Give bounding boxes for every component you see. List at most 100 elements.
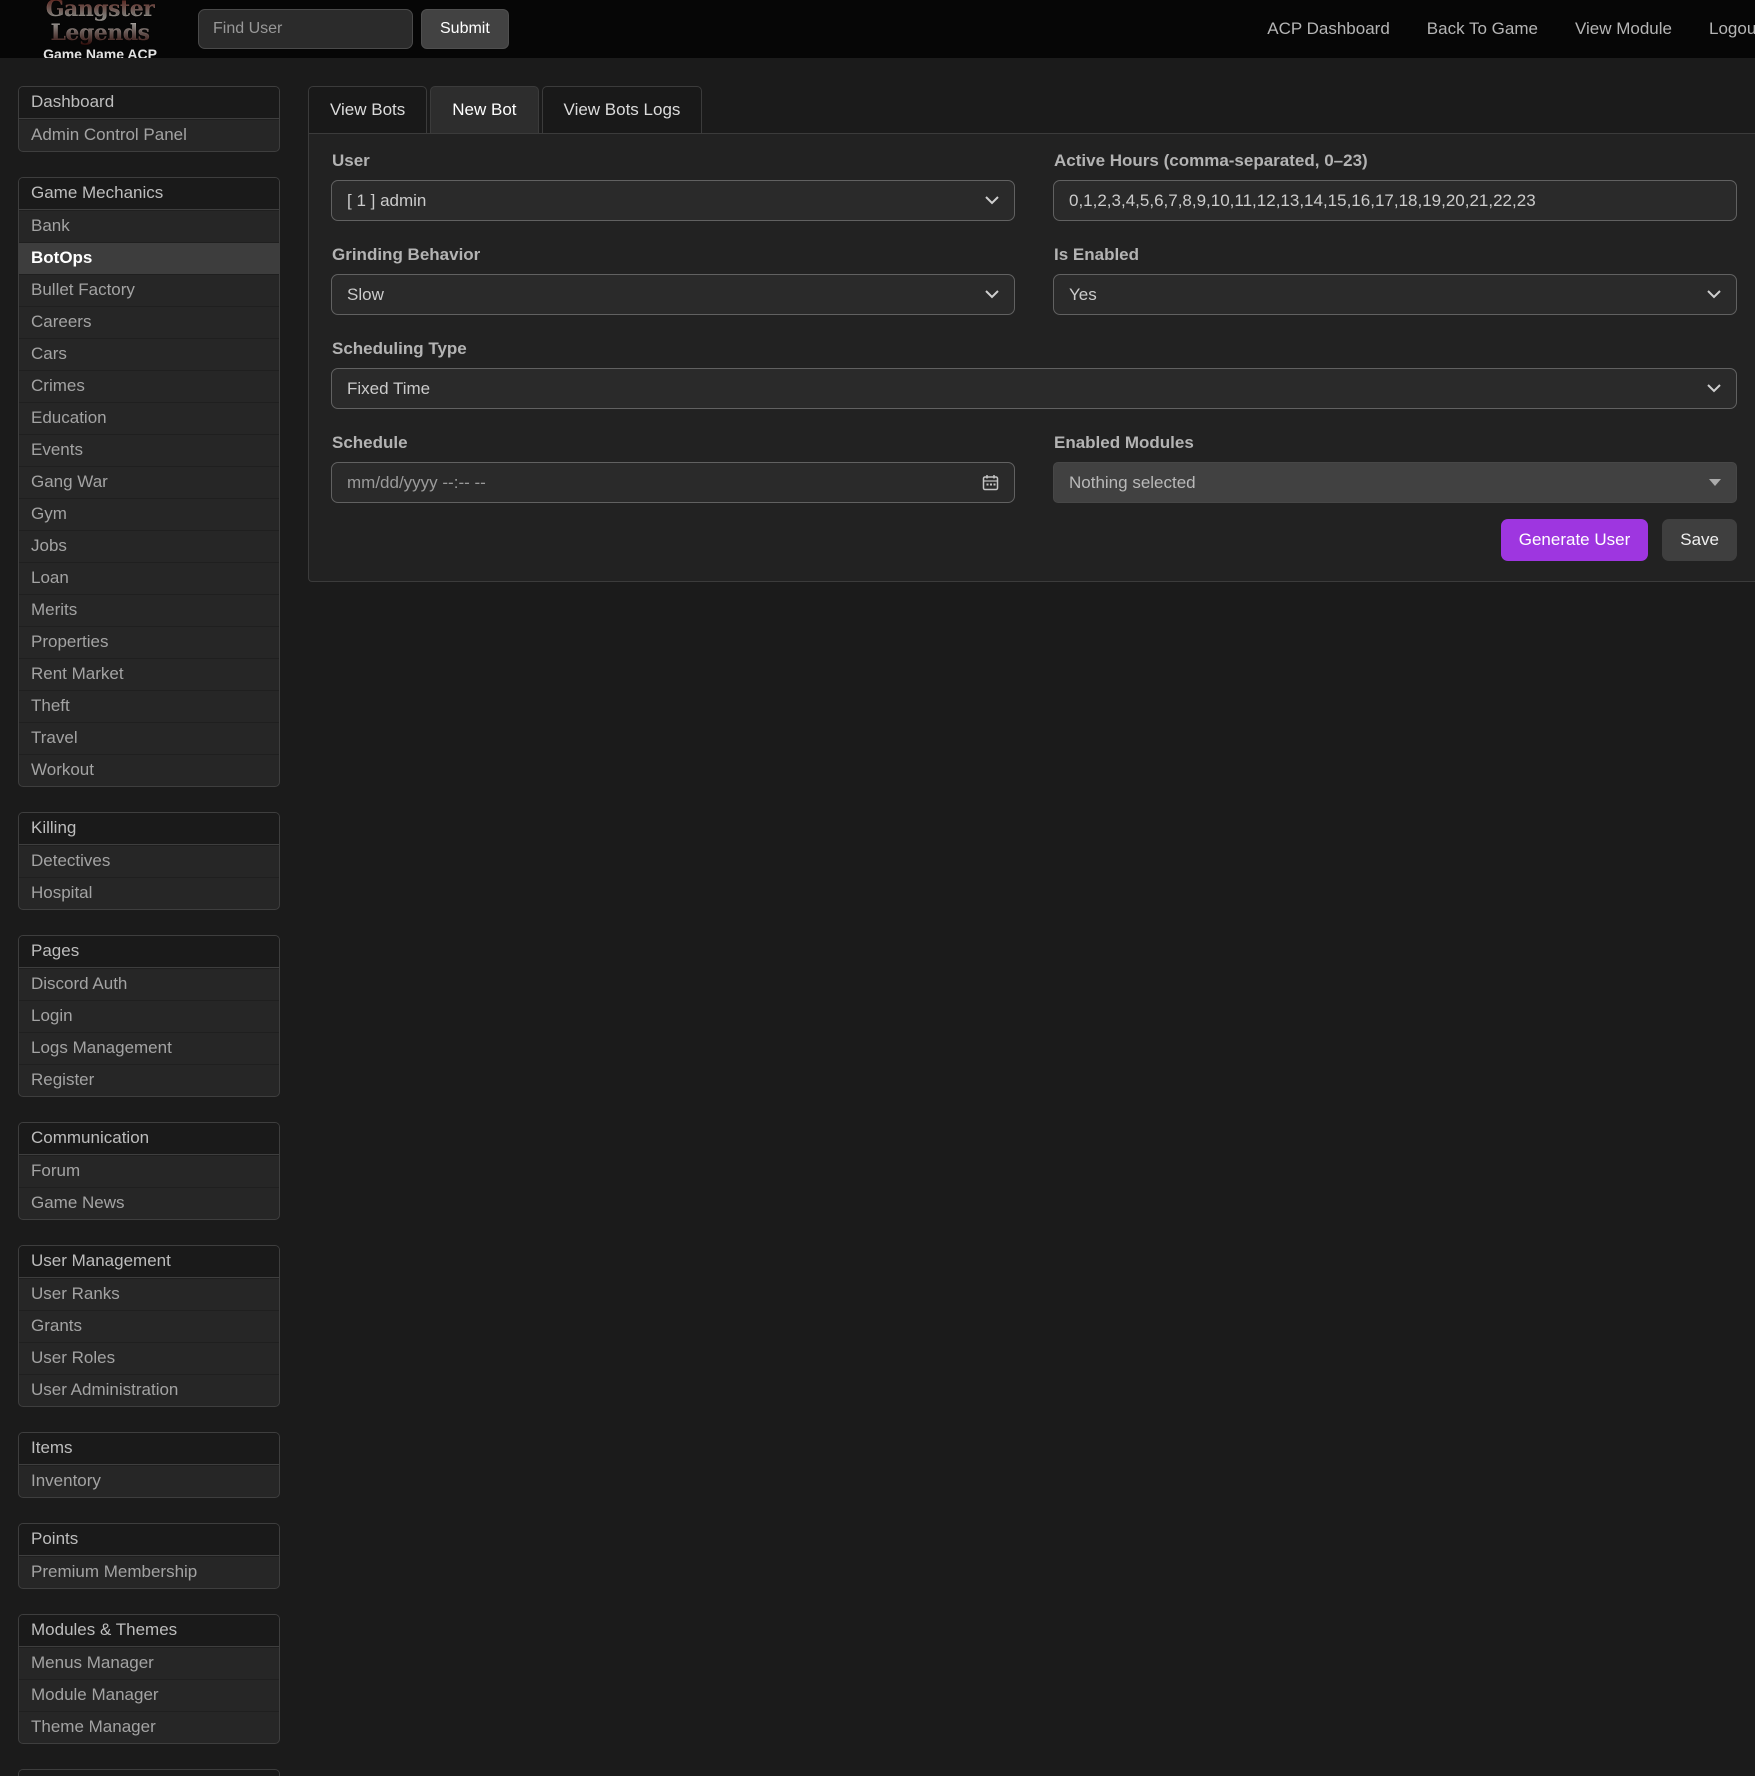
sidebar-item-bullet-factory[interactable]: Bullet Factory bbox=[19, 274, 279, 306]
submit-button[interactable]: Submit bbox=[421, 9, 509, 49]
sidebar-item-grants[interactable]: Grants bbox=[19, 1310, 279, 1342]
schedule-datetime-input[interactable]: mm/dd/yyyy --:-- -- bbox=[331, 462, 1015, 503]
sidebar-item-careers[interactable]: Careers bbox=[19, 306, 279, 338]
sidebar-item-detectives[interactable]: Detectives bbox=[19, 845, 279, 877]
sidebar-item-menus-manager[interactable]: Menus Manager bbox=[19, 1647, 279, 1679]
chevron-down-icon bbox=[1707, 290, 1721, 299]
sidebar-section-header-communication: Communication bbox=[19, 1123, 279, 1155]
sidebar-item-gang-war[interactable]: Gang War bbox=[19, 466, 279, 498]
is-enabled-label: Is Enabled bbox=[1054, 245, 1737, 265]
main-content: View BotsNew BotView Bots Logs User [ 1 … bbox=[308, 86, 1755, 582]
sidebar-section-header-user-management: User Management bbox=[19, 1246, 279, 1278]
user-field: User [ 1 ] admin bbox=[331, 151, 1015, 221]
find-user-input[interactable] bbox=[198, 9, 413, 49]
logo-subtitle: Game Name ACP bbox=[16, 46, 184, 59]
calendar-icon[interactable] bbox=[982, 474, 999, 491]
user-select[interactable]: [ 1 ] admin bbox=[331, 180, 1015, 221]
user-label: User bbox=[332, 151, 1015, 171]
tab-view-bots-logs[interactable]: View Bots Logs bbox=[542, 86, 703, 134]
sidebar-item-module-manager[interactable]: Module Manager bbox=[19, 1679, 279, 1711]
sidebar-section-pages: PagesDiscord AuthLoginLogs ManagementReg… bbox=[18, 935, 280, 1097]
scheduling-type-select[interactable]: Fixed Time bbox=[331, 368, 1737, 409]
sidebar-item-register[interactable]: Register bbox=[19, 1064, 279, 1096]
scheduling-type-label: Scheduling Type bbox=[332, 339, 1737, 359]
sidebar-item-jobs[interactable]: Jobs bbox=[19, 530, 279, 562]
sidebar-item-theft[interactable]: Theft bbox=[19, 690, 279, 722]
is-enabled-select[interactable]: Yes bbox=[1053, 274, 1737, 315]
nav-link-view-module[interactable]: View Module bbox=[1575, 19, 1672, 39]
generate-user-button[interactable]: Generate User bbox=[1501, 519, 1649, 561]
sidebar-item-game-news[interactable]: Game News bbox=[19, 1187, 279, 1219]
chevron-down-icon bbox=[985, 290, 999, 299]
chevron-down-icon bbox=[985, 196, 999, 205]
sidebar-item-premium-membership[interactable]: Premium Membership bbox=[19, 1556, 279, 1588]
sidebar-item-education[interactable]: Education bbox=[19, 402, 279, 434]
new-bot-form: User [ 1 ] admin Active Hours (comma-sep… bbox=[331, 151, 1737, 561]
sidebar-item-discord-auth[interactable]: Discord Auth bbox=[19, 968, 279, 1000]
sidebar-section-killing: KillingDetectivesHospital bbox=[18, 812, 280, 910]
sidebar-item-forum[interactable]: Forum bbox=[19, 1155, 279, 1187]
sidebar-item-inventory[interactable]: Inventory bbox=[19, 1465, 279, 1497]
sidebar-item-gym[interactable]: Gym bbox=[19, 498, 279, 530]
sidebar-item-travel[interactable]: Travel bbox=[19, 722, 279, 754]
schedule-field: Schedule mm/dd/yyyy --:-- -- bbox=[331, 433, 1015, 503]
sidebar-item-rent-market[interactable]: Rent Market bbox=[19, 658, 279, 690]
is-enabled-value: Yes bbox=[1069, 285, 1097, 305]
sidebar-section-items: ItemsInventory bbox=[18, 1432, 280, 1498]
sidebar-item-workout[interactable]: Workout bbox=[19, 754, 279, 786]
user-select-value: [ 1 ] admin bbox=[347, 191, 426, 211]
sidebar-section-header-points: Points bbox=[19, 1524, 279, 1556]
sidebar: DashboardAdmin Control Panel Game Mechani… bbox=[18, 86, 280, 1776]
app-logo: Gangster Legends Game Name ACP bbox=[16, 0, 184, 58]
enabled-modules-field: Enabled Modules Nothing selected bbox=[1053, 433, 1737, 503]
sidebar-item-user-administration[interactable]: User Administration bbox=[19, 1374, 279, 1406]
bot-tabs: View BotsNew BotView Bots Logs bbox=[308, 86, 1755, 134]
enabled-modules-label: Enabled Modules bbox=[1054, 433, 1737, 453]
sidebar-item-user-roles[interactable]: User Roles bbox=[19, 1342, 279, 1374]
nav-link-acp-dashboard[interactable]: ACP Dashboard bbox=[1267, 19, 1390, 39]
sidebar-item-crimes[interactable]: Crimes bbox=[19, 370, 279, 402]
tab-view-bots[interactable]: View Bots bbox=[308, 86, 427, 134]
sidebar-item-logs-management[interactable]: Logs Management bbox=[19, 1032, 279, 1064]
sidebar-section-header-pages: Pages bbox=[19, 936, 279, 968]
sidebar-item-hospital[interactable]: Hospital bbox=[19, 877, 279, 909]
sidebar-section-header-game-mechanics: Game Mechanics bbox=[19, 178, 279, 210]
active-hours-label: Active Hours (comma-separated, 0–23) bbox=[1054, 151, 1737, 171]
sidebar-item-merits[interactable]: Merits bbox=[19, 594, 279, 626]
caret-down-icon bbox=[1709, 479, 1721, 486]
sidebar-section-rounds: RoundsRounds bbox=[18, 1769, 280, 1776]
sidebar-item-user-ranks[interactable]: User Ranks bbox=[19, 1278, 279, 1310]
sidebar-item-cars[interactable]: Cars bbox=[19, 338, 279, 370]
nav-link-back-to-game[interactable]: Back To Game bbox=[1427, 19, 1538, 39]
sidebar-item-loan[interactable]: Loan bbox=[19, 562, 279, 594]
sidebar-item-bank[interactable]: Bank bbox=[19, 210, 279, 242]
form-actions: Generate User Save bbox=[331, 519, 1737, 561]
sidebar-section-header-modules-themes: Modules & Themes bbox=[19, 1615, 279, 1647]
sidebar-section-header-items: Items bbox=[19, 1433, 279, 1465]
active-hours-field: Active Hours (comma-separated, 0–23) 0,1… bbox=[1053, 151, 1737, 221]
sidebar-item-properties[interactable]: Properties bbox=[19, 626, 279, 658]
enabled-modules-dropdown[interactable]: Nothing selected bbox=[1053, 462, 1737, 503]
schedule-placeholder: mm/dd/yyyy --:-- -- bbox=[347, 473, 486, 493]
nav-link-logout[interactable]: Logout bbox=[1709, 19, 1755, 39]
top-bar: Gangster Legends Game Name ACP Submit AC… bbox=[0, 0, 1755, 58]
save-button[interactable]: Save bbox=[1662, 519, 1737, 561]
sidebar-section-dashboard: DashboardAdmin Control Panel bbox=[18, 86, 280, 152]
page-layout: DashboardAdmin Control Panel Game Mechani… bbox=[0, 58, 1755, 1776]
sidebar-item-botops[interactable]: BotOps bbox=[19, 242, 279, 274]
sidebar-section-modules-themes: Modules & ThemesMenus ManagerModule Mana… bbox=[18, 1614, 280, 1744]
grinding-behavior-select[interactable]: Slow bbox=[331, 274, 1015, 315]
schedule-label: Schedule bbox=[332, 433, 1015, 453]
sidebar-item-events[interactable]: Events bbox=[19, 434, 279, 466]
tab-new-bot[interactable]: New Bot bbox=[430, 86, 538, 134]
sidebar-section-points: PointsPremium Membership bbox=[18, 1523, 280, 1589]
logo-title: Gangster Legends bbox=[16, 0, 184, 45]
sidebar-section-header-rounds: Rounds bbox=[19, 1770, 279, 1776]
sidebar-item-login[interactable]: Login bbox=[19, 1000, 279, 1032]
active-hours-input[interactable]: 0,1,2,3,4,5,6,7,8,9,10,11,12,13,14,15,16… bbox=[1053, 180, 1737, 221]
enabled-modules-value: Nothing selected bbox=[1069, 473, 1196, 493]
sidebar-section-header-killing: Killing bbox=[19, 813, 279, 845]
sidebar-item-theme-manager[interactable]: Theme Manager bbox=[19, 1711, 279, 1743]
sidebar-section-game-mechanics: Game MechanicsBankBotOpsBullet FactoryCa… bbox=[18, 177, 280, 787]
sidebar-item-admin-control-panel[interactable]: Admin Control Panel bbox=[19, 119, 279, 151]
